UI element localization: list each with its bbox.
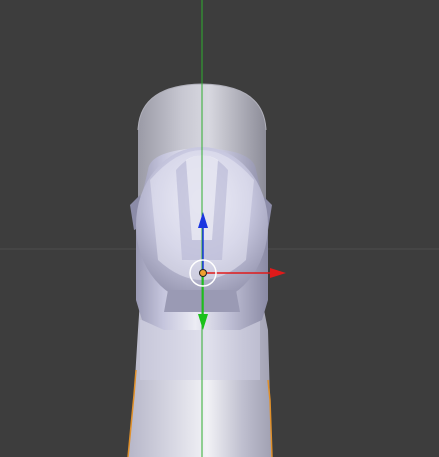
3d-viewport[interactable] bbox=[0, 0, 439, 457]
gizmo-x-arrow-icon[interactable] bbox=[270, 268, 286, 278]
pivot-point-icon bbox=[199, 269, 207, 277]
viewport-scene[interactable] bbox=[0, 0, 439, 457]
